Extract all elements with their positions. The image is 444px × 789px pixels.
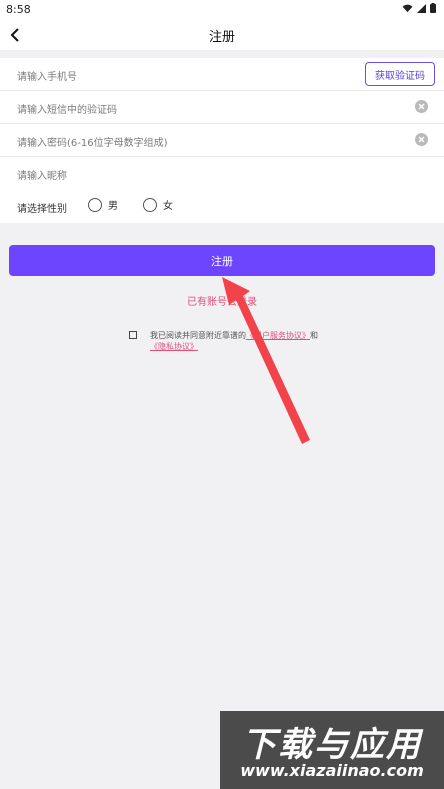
password-input[interactable]: 请输入密码(6-16位字母数字组成) [17, 134, 168, 149]
agreement-text: 我已阅读并同意附近靠谱的《用户服务协议》和《隐私协议》 [150, 330, 320, 352]
phone-row: 请输入手机号 获取验证码 [0, 58, 444, 91]
gender-male-radio[interactable]: 男 [88, 197, 118, 212]
phone-input[interactable]: 请输入手机号 [17, 68, 77, 83]
nav-bar: 注册 [0, 20, 444, 50]
nickname-input[interactable]: 请输入昵称 [17, 167, 67, 182]
status-time: 8:58 [6, 3, 31, 16]
gender-female-label: 女 [163, 201, 173, 212]
gender-male-label: 男 [108, 201, 118, 212]
page-title: 注册 [208, 30, 235, 45]
password-row: 请输入密码(6-16位字母数字组成) [0, 124, 444, 157]
gender-female-radio[interactable]: 女 [143, 197, 173, 212]
close-icon [418, 103, 425, 110]
battery-icon [430, 3, 436, 13]
watermark-title: 下载与应用 [242, 725, 422, 765]
status-icons [402, 3, 436, 13]
privacy-agreement-link[interactable]: 《隐私协议》 [150, 342, 198, 351]
user-agreement-link[interactable]: 《用户服务协议》 [246, 331, 310, 340]
clear-sms-button[interactable] [415, 100, 428, 113]
radio-circle [143, 197, 157, 212]
close-icon [418, 136, 425, 143]
login-link[interactable]: 已有账号去登录 [0, 293, 444, 308]
sms-code-input[interactable]: 请输入短信中的验证码 [17, 101, 117, 116]
agreement-prefix: 我已阅读并同意附近靠谱的 [150, 331, 246, 340]
register-form: 请输入手机号 获取验证码 请输入短信中的验证码 请输入密码(6-16位字母数字组… [0, 58, 444, 223]
signal-icon [417, 3, 426, 13]
register-button[interactable]: 注册 [9, 245, 435, 276]
agreement-and: 和 [310, 331, 318, 340]
gender-label: 请选择性别 [17, 204, 67, 215]
agree-checkbox[interactable] [129, 331, 137, 339]
status-bar: 8:58 [0, 0, 444, 20]
gender-row: 请选择性别 男 女 [0, 190, 444, 223]
watermark: 下载与应用 www.xiazaiinao.com [220, 711, 444, 789]
clear-password-button[interactable] [415, 133, 428, 146]
radio-circle [88, 197, 102, 212]
get-code-button[interactable]: 获取验证码 [365, 62, 435, 86]
wifi-icon [402, 4, 413, 12]
nickname-row: 请输入昵称 [0, 157, 444, 190]
watermark-url: www.xiazaiinao.com [240, 761, 424, 780]
sms-code-row: 请输入短信中的验证码 [0, 91, 444, 124]
